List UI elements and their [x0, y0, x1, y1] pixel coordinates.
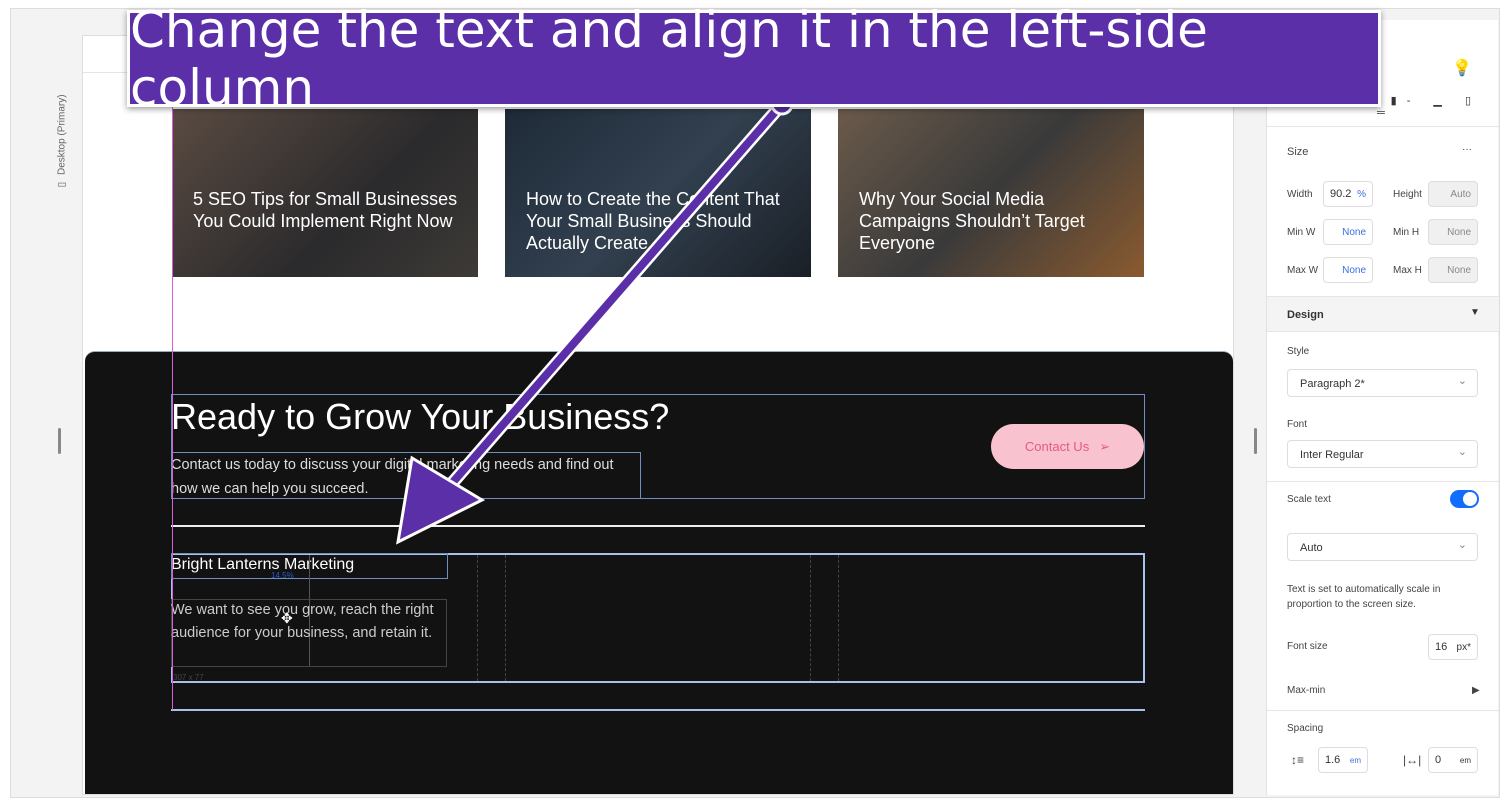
- callout-arrow: [396, 92, 794, 545]
- instruction-callout: Change the text and align it in the left…: [127, 1, 1381, 117]
